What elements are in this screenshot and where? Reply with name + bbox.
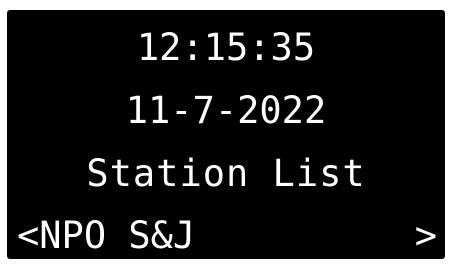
station-name: NPO S&J (39, 214, 196, 257)
menu-title: Station List (86, 152, 366, 195)
chevron-right-icon: > (414, 214, 437, 257)
clock-date: 11-7-2022 (125, 89, 327, 132)
clock-time: 12:15:35 (136, 26, 316, 69)
chevron-left-icon: < (17, 214, 40, 257)
station-selector: <NPO S&J > (7, 217, 445, 257)
lcd-display: 12:15:35 11-7-2022 Station List <NPO S&J… (7, 10, 445, 259)
previous-station-button[interactable]: <NPO S&J (17, 217, 195, 254)
next-station-button[interactable]: > (415, 217, 437, 254)
